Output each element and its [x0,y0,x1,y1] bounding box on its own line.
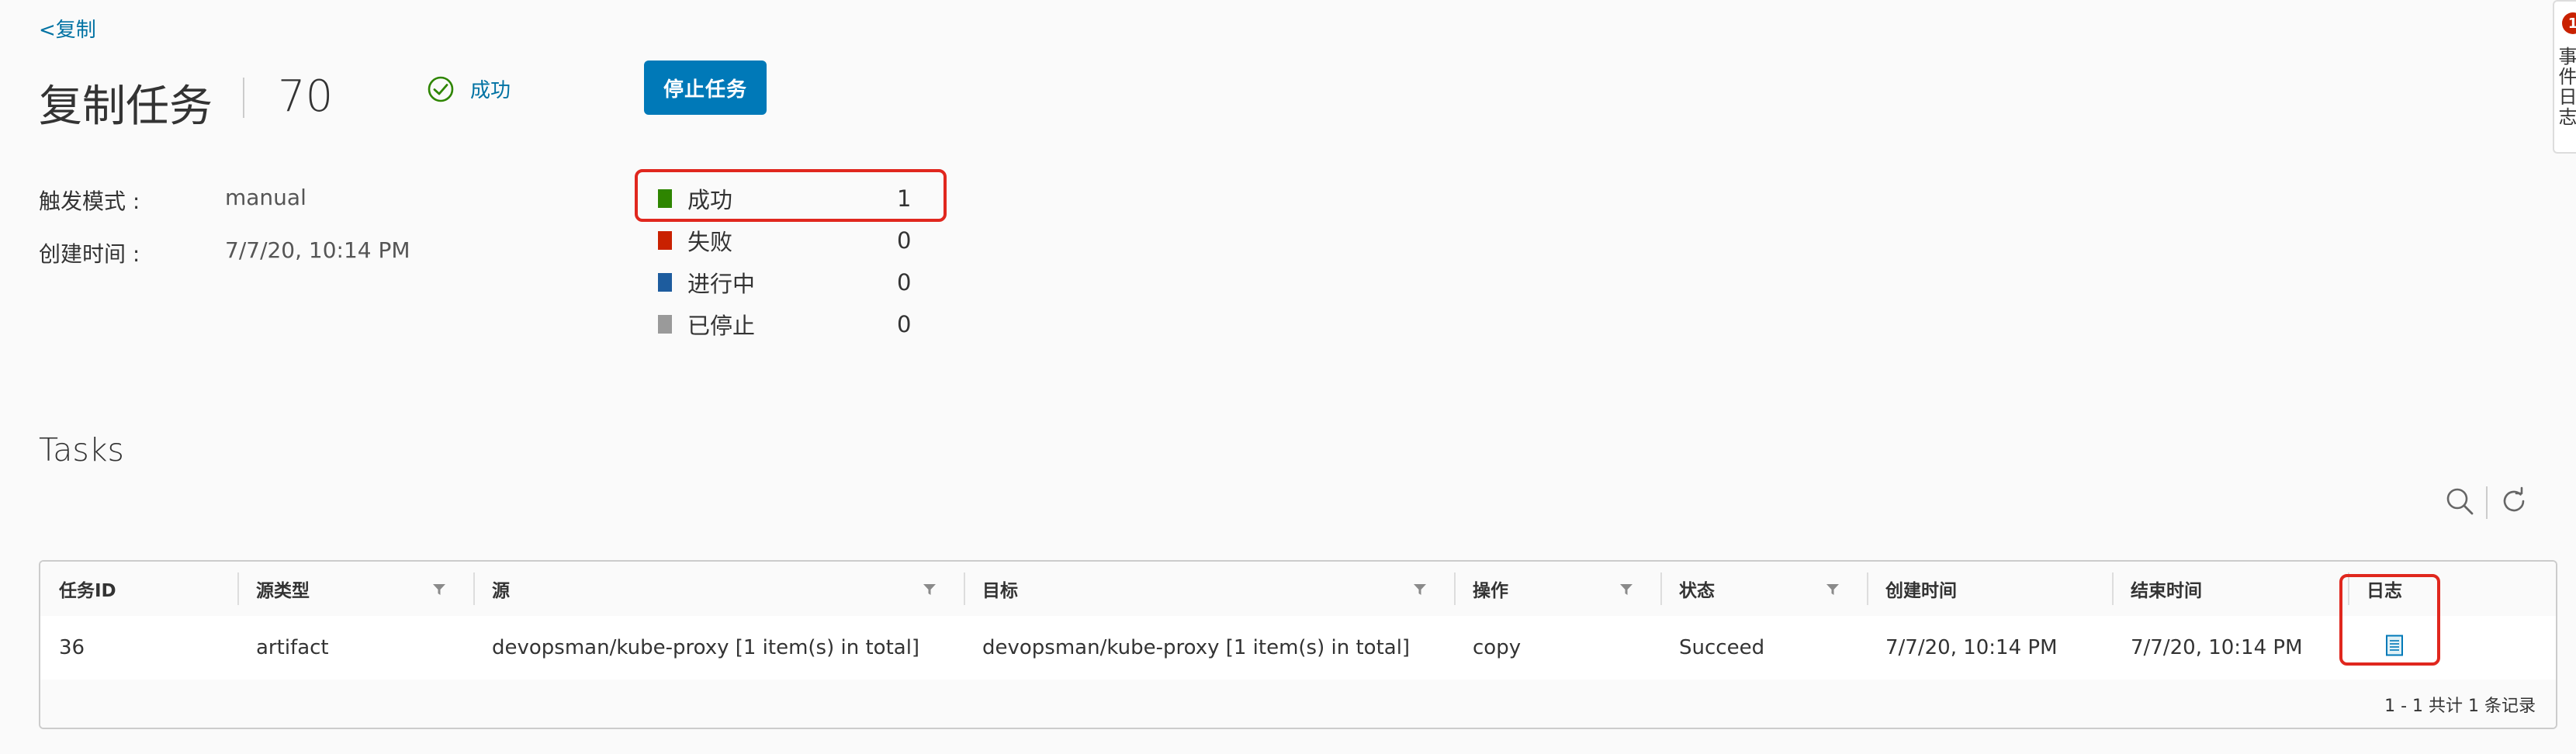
summary-row-failed: 失败 0 [658,225,911,256]
creation-time-value: 7/7/20, 10:14 PM [225,237,410,263]
cell-status: Succeed [1679,636,1765,659]
column-header-status[interactable]: 状态 [1660,562,1867,616]
summary-row-stopped: 已停止 0 [658,309,911,340]
summary-count: 0 [897,227,912,254]
column-header-source[interactable]: 源 [473,562,964,616]
cell-operation: copy [1473,636,1522,659]
column-label: 任务ID [59,581,116,601]
filter-icon[interactable] [922,582,937,602]
cell-source-type: artifact [256,636,329,659]
column-label: 源 [492,581,510,601]
creation-time-label: 创建时间 : [39,241,140,267]
job-id: 70 [278,71,334,122]
column-header-source-type[interactable]: 源类型 [237,562,473,616]
drawer-label: 事件日志 [2555,47,2576,127]
success-check-icon [427,75,455,103]
datagrid-header: 任务ID 源类型 源 目标 操作 状态 创建时间 结束时间 日志 [40,562,2556,617]
success-highlight-annotation [635,169,947,222]
failed-color-chip [658,231,672,250]
summary-label: 进行中 [687,271,756,297]
summary-row-in-progress: 进行中 0 [658,267,911,298]
table-row: 36 artifact devopsman/kube-proxy [1 item… [40,616,2556,681]
status-label: 成功 [470,79,511,102]
column-label: 状态 [1679,581,1715,601]
summary-count: 0 [897,311,912,337]
cell-ended: 7/7/20, 10:14 PM [2131,636,2303,659]
pagination-summary: 1 - 1 共计 1 条记录 [2384,697,2536,716]
in-progress-color-chip [658,273,672,292]
cell-task-id: 36 [59,636,85,659]
summary-label: 失败 [687,229,733,255]
back-link[interactable]: <复制 [39,14,96,43]
column-header-ended[interactable]: 结束时间 [2112,562,2348,616]
search-icon[interactable] [2444,486,2475,520]
tasks-datagrid: 任务ID 源类型 源 目标 操作 状态 创建时间 结束时间 日志 36 arti… [39,560,2557,729]
column-label: 源类型 [256,581,310,601]
column-label: 结束时间 [2131,581,2202,601]
column-label: 操作 [1473,581,1508,601]
column-header-target[interactable]: 目标 [964,562,1454,616]
stop-job-button[interactable]: 停止任务 [644,61,767,115]
datagrid-footer: 1 - 1 共计 1 条记录 [40,680,2556,728]
filter-icon[interactable] [1825,582,1840,602]
grid-toolbar [2444,486,2529,520]
summary-label: 已停止 [687,313,756,339]
column-label: 创建时间 [1885,581,1957,601]
filter-icon[interactable] [1412,582,1428,602]
toolbar-divider [2486,486,2488,519]
cell-target: devopsman/kube-proxy [1 item(s) in total… [982,636,1411,659]
column-header-operation[interactable]: 操作 [1454,562,1660,616]
stopped-color-chip [658,315,672,334]
trigger-mode-label: 触发模式 : [39,188,140,214]
column-header-task-id[interactable]: 任务ID [40,562,237,616]
title-divider [243,78,244,118]
tasks-heading: Tasks [39,431,124,469]
page-title: 复制任务 [39,81,213,132]
status-indicator: 成功 [427,74,511,103]
column-label: 目标 [982,581,1018,601]
column-header-created[interactable]: 创建时间 [1867,562,2112,616]
cell-created: 7/7/20, 10:14 PM [1885,636,2058,659]
filter-icon[interactable] [431,582,447,602]
event-log-drawer-tab[interactable]: 1 事件日志 [2553,0,2576,154]
notification-badge: 1 [2562,12,2576,34]
log-column-highlight-annotation [2339,574,2440,666]
filter-icon[interactable] [1619,582,1634,602]
summary-count: 0 [897,269,912,296]
refresh-icon[interactable] [2498,486,2529,520]
trigger-mode-value: manual [225,185,306,210]
cell-source: devopsman/kube-proxy [1 item(s) in total… [492,636,920,659]
